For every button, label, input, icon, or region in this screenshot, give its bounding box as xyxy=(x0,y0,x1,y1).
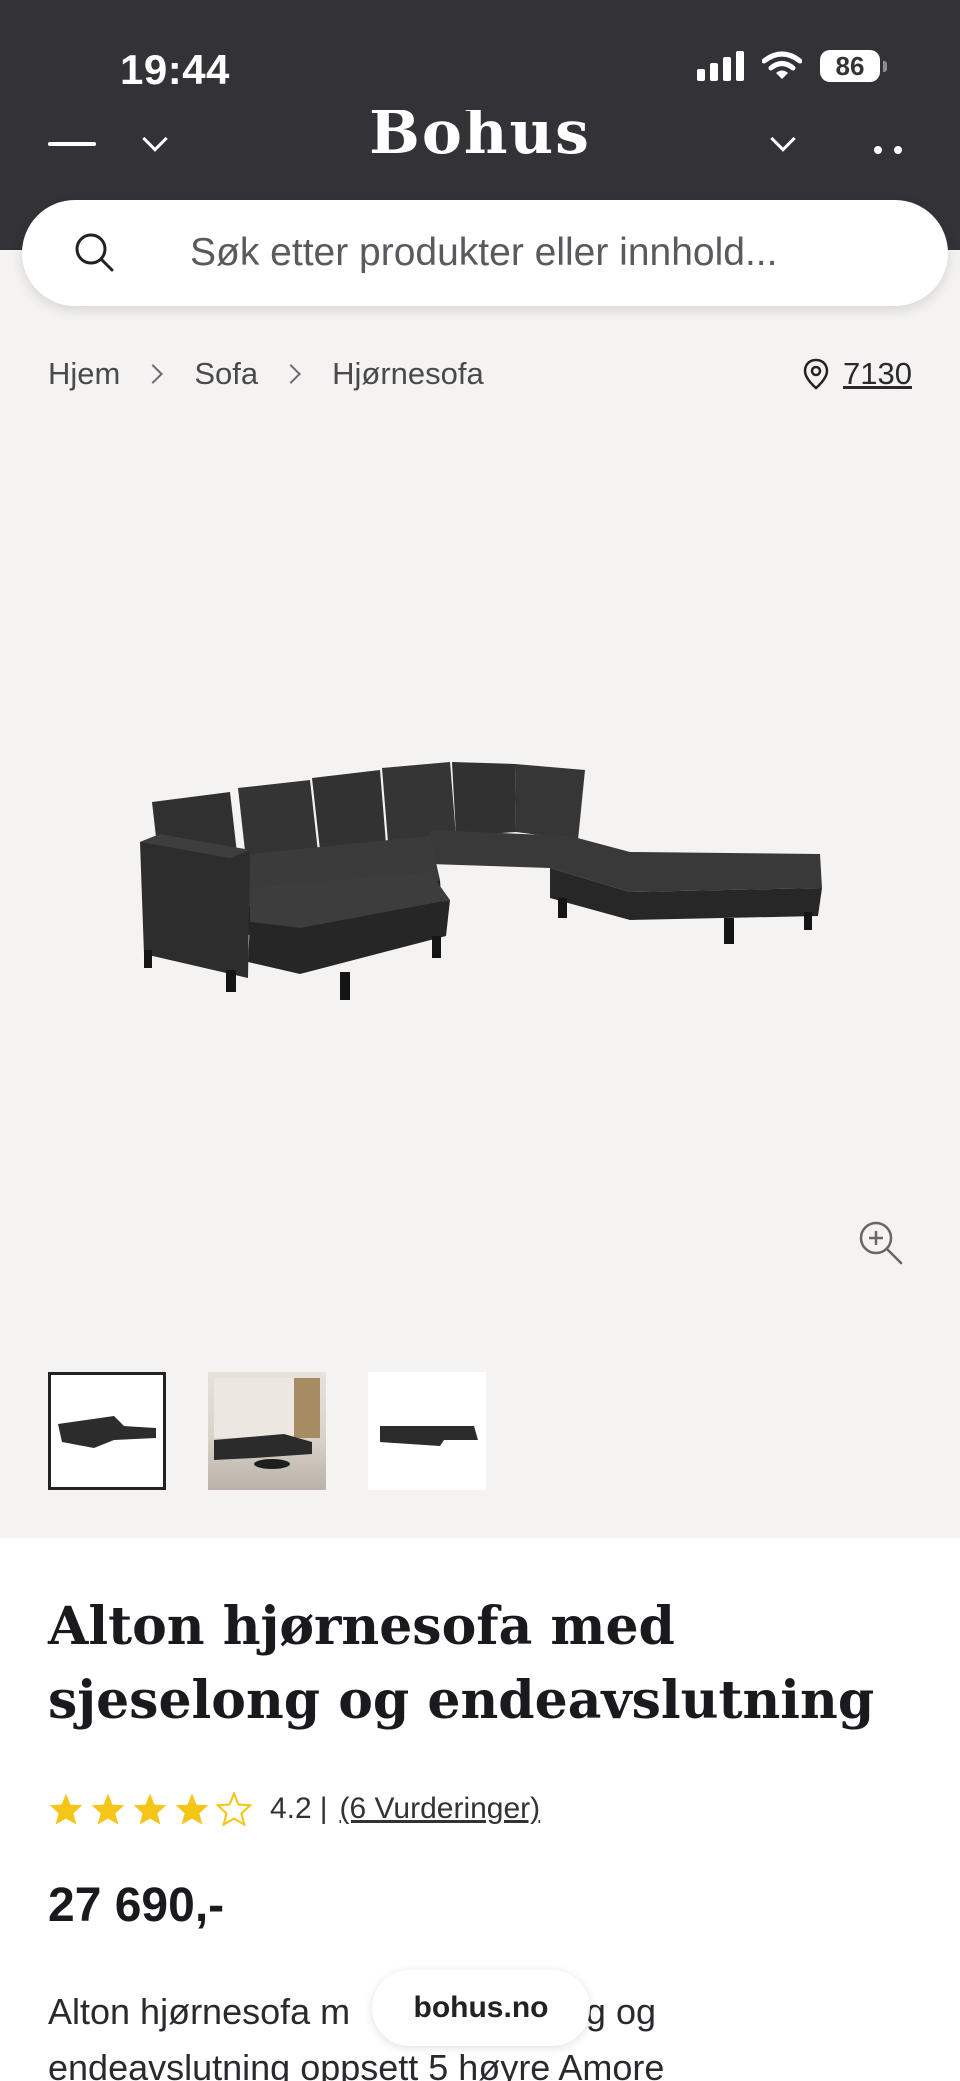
browser-url-pill[interactable]: bohus.no xyxy=(372,1970,590,2046)
thumbnail-3[interactable] xyxy=(368,1372,486,1490)
product-price: 27 690,- xyxy=(48,1879,225,1932)
brand-logo[interactable]: Bohus xyxy=(0,110,960,168)
breadcrumb-corner-sofa[interactable]: Hjørnesofa xyxy=(332,356,484,392)
zoom-in-icon[interactable] xyxy=(858,1220,904,1266)
thumbnail-2[interactable] xyxy=(208,1372,326,1490)
product-rating: 4.2 | (6 Vurderinger) xyxy=(48,1792,540,1826)
breadcrumb-sofa[interactable]: Sofa xyxy=(194,356,258,392)
star-filled-icon xyxy=(175,1793,209,1825)
location-postcode[interactable]: 7130 xyxy=(843,356,912,392)
star-empty-icon xyxy=(216,1792,252,1826)
description-line-1-end: g og xyxy=(585,1991,656,2032)
store-location[interactable]: 7130 xyxy=(803,356,912,392)
search-bar[interactable] xyxy=(22,200,948,306)
thumbnail-strip xyxy=(48,1372,486,1490)
chevron-right-icon xyxy=(281,364,302,384)
thumbnail-1[interactable] xyxy=(48,1372,166,1490)
description-line-1: Alton hjørnesofa m xyxy=(48,1991,351,2032)
status-time: 19:44 xyxy=(120,46,230,93)
star-filled-icon xyxy=(133,1793,167,1825)
wifi-icon xyxy=(762,51,802,79)
rating-value: 4.2 xyxy=(270,1792,312,1825)
breadcrumb: Hjem Sofa Hjørnesofa xyxy=(48,356,484,392)
star-filled-icon xyxy=(49,1793,83,1825)
status-icons: 86 xyxy=(697,50,887,82)
description-line-2: endeavslutning oppsett 5 høyre Amore xyxy=(48,2047,665,2081)
product-image[interactable] xyxy=(130,740,830,1030)
search-icon[interactable] xyxy=(74,232,114,272)
chevron-right-icon xyxy=(143,364,164,384)
rating-separator: | xyxy=(319,1792,328,1825)
reviews-link[interactable]: (6 Vurderinger) xyxy=(340,1792,541,1826)
nav-row: Bohus xyxy=(0,110,960,170)
product-title: Alton hjørnesofa med sjeselong og endeav… xyxy=(48,1596,875,1731)
cellular-signal-icon xyxy=(697,51,744,81)
battery-icon: 86 xyxy=(820,50,887,82)
breadcrumb-home[interactable]: Hjem xyxy=(48,356,120,392)
location-pin-icon xyxy=(803,358,829,390)
rating-stars xyxy=(48,1792,252,1826)
battery-level: 86 xyxy=(835,50,865,81)
search-input[interactable] xyxy=(190,200,890,306)
star-filled-icon xyxy=(91,1793,125,1825)
more-icon[interactable] xyxy=(874,146,902,154)
